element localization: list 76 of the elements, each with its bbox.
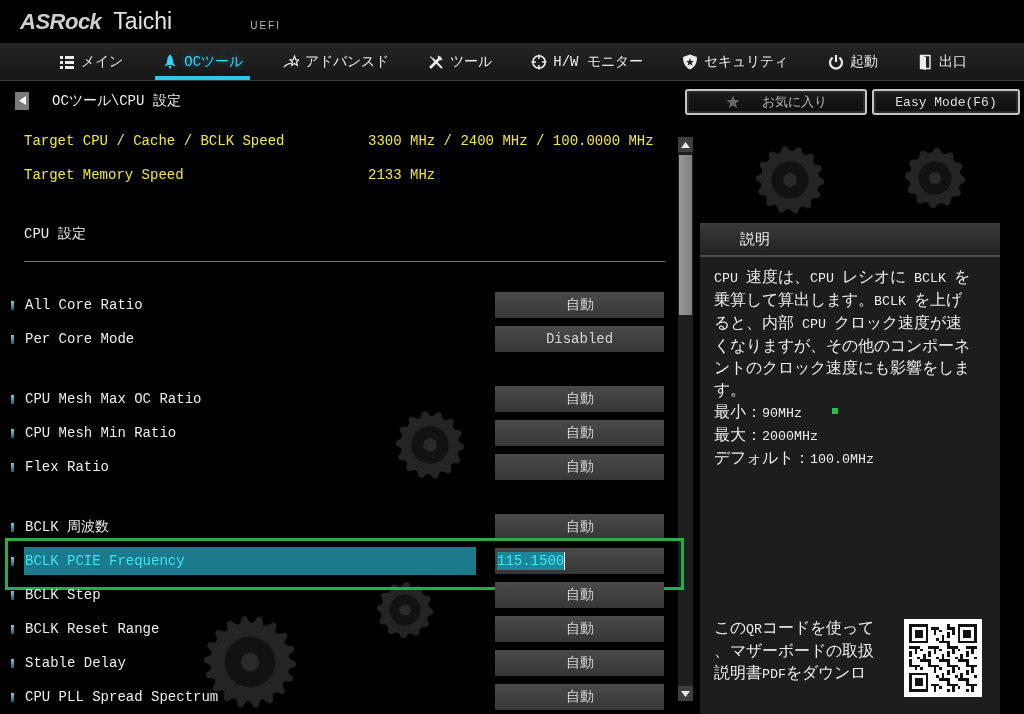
row-marker-icon — [11, 692, 14, 702]
target-label: Target Memory Speed — [24, 167, 185, 183]
limit-text: デフォルト：100.0MHz — [714, 449, 874, 470]
row-marker-icon — [11, 334, 14, 344]
value-button[interactable]: 自動 — [495, 420, 664, 446]
shortcut-button[interactable]: お気に入り — [685, 89, 867, 115]
gear-drawing — [905, 148, 965, 208]
value-button[interactable]: 自動 — [495, 386, 664, 412]
limit-text: 最小：90MHz — [714, 403, 802, 424]
power-icon — [827, 53, 844, 70]
value-button[interactable]: Disabled — [495, 326, 664, 352]
scroll-down-button[interactable] — [678, 686, 693, 701]
shortcut-button[interactable]: Easy Mode(F6) — [872, 89, 1020, 115]
value-button[interactable]: 自動 — [495, 514, 664, 540]
tab[interactable]: ツール — [420, 43, 499, 80]
target-value: 3300 MHz / 2400 MHz / 100.0000 MHz — [368, 133, 654, 149]
model-name: Taichi — [113, 8, 173, 35]
value-button[interactable]: 自動 — [495, 684, 664, 710]
setting-label[interactable]: CPU Mesh Min Ratio — [24, 419, 476, 447]
list-icon — [59, 53, 75, 70]
value-button[interactable]: 自動 — [495, 650, 664, 676]
target-label: Target CPU / Cache / BCLK Speed — [24, 133, 286, 149]
setting-label[interactable]: Stable Delay — [24, 649, 476, 677]
target-value: 2133 MHz — [368, 167, 436, 183]
qr-caption: このQRコードを使って、マザーボードの取扱説明書PDFをダウンロ — [714, 619, 875, 685]
row-marker-icon — [11, 556, 14, 566]
row-marker-icon — [11, 428, 14, 438]
breadcrumb-path: OCツール\CPU 設定 — [52, 91, 181, 110]
setting-label[interactable]: BCLK Step — [24, 581, 476, 609]
row-marker-icon — [11, 462, 14, 472]
tab[interactable]: セキュリティ — [675, 43, 796, 80]
setting-label[interactable]: All Core Ratio — [24, 291, 476, 319]
up-arrow-icon — [681, 141, 690, 148]
qr-code-icon — [904, 619, 982, 697]
row-marker-icon — [11, 522, 14, 532]
gear-drawing — [396, 411, 464, 479]
scroll-up-button[interactable] — [678, 137, 693, 152]
help-text: CPU 速度は、CPU レシオに BCLK を乗算して算出します。BCLK を上げると、内部 CPU クロック速度が速くなりますが、その他のコンポーネントのクロック速度にも影響をします。 — [714, 267, 971, 402]
row-marker-icon — [11, 300, 14, 310]
row-marker-icon — [11, 658, 14, 668]
tools-icon — [427, 53, 444, 70]
setting-label[interactable]: Per Core Mode — [24, 325, 476, 353]
brand-logo: ASRock — [20, 8, 102, 35]
row-marker-icon — [11, 590, 14, 600]
crosshair-icon — [531, 53, 548, 70]
value-button[interactable]: 自動 — [495, 292, 664, 318]
shield-icon — [682, 53, 699, 70]
help-title: 説明 — [700, 223, 1000, 257]
tab[interactable]: H/W モニター — [524, 43, 650, 80]
setting-label[interactable]: Flex Ratio — [24, 453, 476, 481]
gear-drawing — [756, 146, 824, 214]
marker-icon — [832, 407, 838, 414]
value-button[interactable]: 自動 — [495, 454, 664, 480]
down-arrow-icon — [681, 690, 690, 697]
rocket-icon — [162, 53, 179, 70]
limit-text: 最大：2000MHz — [714, 426, 818, 447]
value-button[interactable]: 自動 — [495, 616, 664, 642]
value-button[interactable]: 自動 — [495, 582, 664, 608]
uefi-label: UEFI — [250, 20, 281, 31]
back-button[interactable] — [15, 91, 29, 110]
star-swoosh-icon — [282, 53, 299, 70]
row-marker-icon — [11, 394, 14, 404]
tab[interactable]: 起動 — [820, 43, 885, 80]
tab[interactable]: メイン — [52, 43, 130, 80]
tab[interactable]: 出口 — [909, 43, 974, 80]
setting-label[interactable]: BCLK Reset Range — [24, 615, 476, 643]
gear-drawing — [377, 582, 433, 638]
setting-label[interactable]: CPU PLL Spread Spectrum — [24, 683, 476, 711]
setting-label[interactable]: BCLK 周波数 — [24, 513, 476, 541]
setting-label[interactable]: CPU Mesh Max OC Ratio — [24, 385, 476, 413]
tab[interactable]: アドバンスド — [275, 43, 396, 80]
scrollbar-thumb[interactable] — [679, 155, 692, 315]
row-marker-icon — [11, 624, 14, 634]
section-title: CPU 設定 — [24, 225, 86, 243]
star-icon — [725, 95, 740, 109]
back-arrow-icon — [18, 96, 26, 105]
